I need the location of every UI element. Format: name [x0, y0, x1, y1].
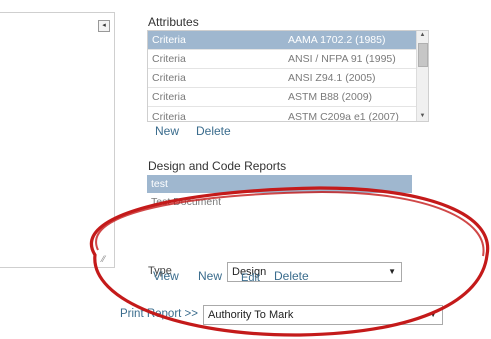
design-reports-list[interactable]: test Test Document	[147, 175, 412, 211]
resize-grip-icon[interactable]: ⁄⁄	[102, 255, 111, 264]
attribute-name: Criteria	[152, 53, 186, 65]
attribute-value: AAMA 1702.2 (1985)	[288, 34, 386, 46]
report-row[interactable]: Test Document	[147, 193, 412, 211]
view-link[interactable]: View	[153, 269, 179, 283]
chevron-down-icon: ▼	[388, 267, 396, 276]
report-name: test	[151, 178, 168, 190]
print-report-select[interactable]: Authority To Mark ▼	[203, 305, 443, 325]
attribute-value: ANSI / NFPA 91 (1995)	[288, 53, 396, 65]
left-arrow-icon[interactable]: ◂	[98, 20, 110, 32]
attribute-value: ASTM B88 (2009)	[288, 91, 373, 103]
attributes-scrollbar[interactable]: ▲ ▼	[416, 31, 428, 121]
attributes-row[interactable]: Criteria AAMA 1702.2 (1985)	[148, 31, 416, 49]
edit-link[interactable]: Edit	[241, 272, 260, 284]
report-row[interactable]: test	[147, 175, 412, 193]
attributes-title: Attributes	[148, 15, 199, 29]
attributes-row[interactable]: Criteria ASTM C209a e1 (2007)	[148, 108, 416, 122]
attributes-delete-link[interactable]: Delete	[196, 124, 231, 138]
design-reports-title: Design and Code Reports	[148, 159, 287, 173]
attributes-new-link[interactable]: New	[155, 124, 179, 138]
print-report-label: Print Report >>	[120, 308, 198, 320]
attributes-row[interactable]: Criteria ANSI Z94.1 (2005)	[148, 69, 416, 87]
scroll-up-icon[interactable]: ▲	[418, 31, 427, 40]
chevron-down-icon: ▼	[429, 310, 437, 319]
attribute-name: Criteria	[152, 111, 186, 122]
left-pane: ◂ ⁄⁄	[0, 12, 115, 268]
attributes-list[interactable]: Criteria AAMA 1702.2 (1985) Criteria ANS…	[147, 30, 429, 122]
scrollbar-thumb[interactable]	[418, 43, 428, 67]
new-report-link[interactable]: New	[198, 269, 222, 283]
attribute-value: ANSI Z94.1 (2005)	[288, 72, 376, 84]
attribute-name: Criteria	[152, 34, 186, 46]
scroll-down-icon[interactable]: ▼	[418, 112, 427, 121]
attributes-row[interactable]: Criteria ANSI / NFPA 91 (1995)	[148, 50, 416, 68]
attribute-value: ASTM C209a e1 (2007)	[288, 111, 399, 122]
attribute-name: Criteria	[152, 72, 186, 84]
print-report-value: Authority To Mark	[208, 309, 294, 321]
attribute-name: Criteria	[152, 91, 186, 103]
attributes-row[interactable]: Criteria ASTM B88 (2009)	[148, 88, 416, 106]
delete-report-link[interactable]: Delete	[274, 269, 309, 283]
report-name: Test Document	[151, 196, 222, 208]
